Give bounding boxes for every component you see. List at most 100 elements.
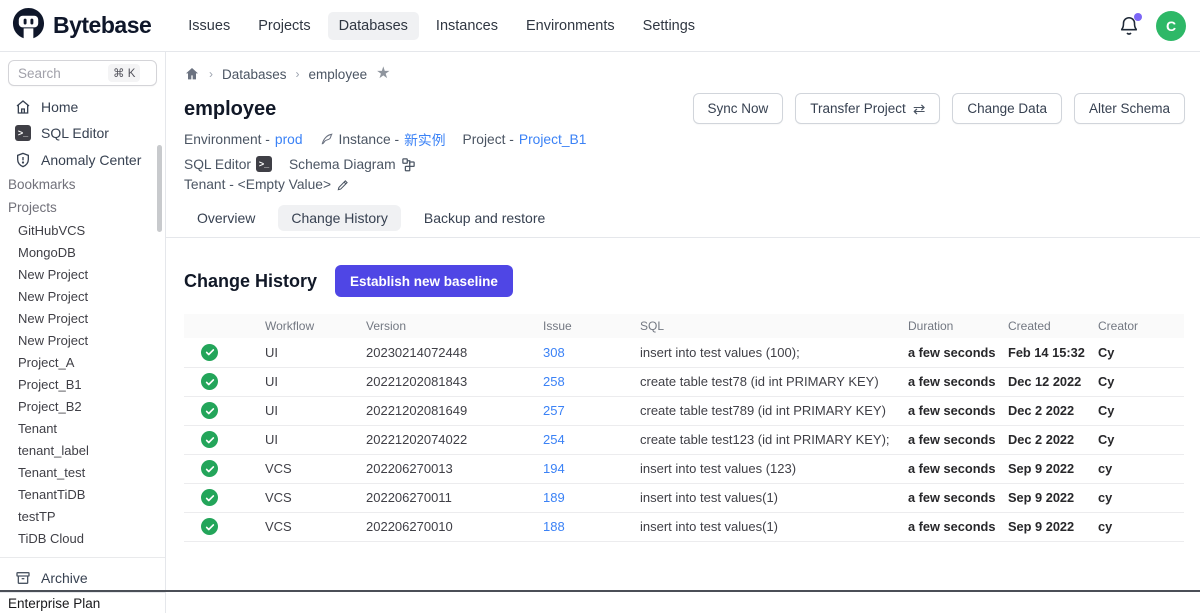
sql-cell: insert into test values(1) [636,483,904,512]
schema-diagram-icon [401,157,416,172]
sidebar-project-item[interactable]: Tenant [0,417,165,439]
duration-cell: a few seconds [904,454,1004,483]
sidebar-item-home[interactable]: Home [0,94,165,120]
home-icon[interactable] [184,66,200,82]
workflow-cell: UI [261,425,362,454]
issue-link[interactable]: 258 [543,374,565,389]
issue-cell: 258 [539,367,636,396]
version-cell: 202206270010 [362,512,539,541]
nav-item[interactable]: Settings [632,12,706,40]
issue-link[interactable]: 308 [543,345,565,360]
sidebar-item-archive[interactable]: Archive [0,564,165,592]
sidebar-project-item[interactable]: New Project [0,329,165,351]
sql-editor-label: SQL Editor [184,157,251,172]
issue-link[interactable]: 254 [543,432,565,447]
schema-diagram-shortcut[interactable]: Schema Diagram [289,157,416,172]
table-row[interactable]: UI 20221202081843 258 create table test7… [184,367,1184,396]
plan-label[interactable]: Enterprise Plan [0,592,165,613]
action-button[interactable]: Sync Now [693,93,784,124]
sidebar-project-item[interactable]: Project_A [0,351,165,373]
sql-cell: create table test789 (id int PRIMARY KEY… [636,396,904,425]
table-row[interactable]: UI 20221202074022 254 create table test1… [184,425,1184,454]
sql-cell: create table test78 (id int PRIMARY KEY) [636,367,904,396]
nav-item[interactable]: Issues [177,12,241,40]
sidebar-project-item[interactable]: MongoDB [0,241,165,263]
sidebar-project-item[interactable]: Tenant_test [0,461,165,483]
table-row[interactable]: VCS 202206270013 194 insert into test va… [184,454,1184,483]
sidebar-project-item[interactable]: TiDB Cloud [0,527,165,549]
sidebar-section-projects[interactable]: Projects [0,196,165,219]
sidebar-project-item[interactable]: New Project [0,263,165,285]
project-link[interactable]: Project_B1 [519,132,587,147]
sidebar-project-item[interactable]: Project_B2 [0,395,165,417]
column-header: Creator [1094,314,1184,338]
archive-box-icon [15,570,31,586]
sidebar-item-sql-editor[interactable]: >_ SQL Editor [0,120,165,146]
issue-link[interactable]: 194 [543,461,565,476]
user-avatar[interactable]: C [1156,11,1186,41]
notifications-button[interactable] [1118,15,1140,37]
workflow-cell: UI [261,338,362,367]
action-button[interactable]: Transfer Project⇄ [795,93,940,124]
sidebar: ⌘ K Home >_ SQL Editor Anomaly Center Bo… [0,52,166,613]
column-header [184,314,261,338]
tab[interactable]: Change History [278,205,401,231]
status-cell [184,454,261,483]
change-history-table: Workflow Version Issue SQL Duration Crea… [184,314,1184,542]
breadcrumb-employee[interactable]: employee [309,67,368,82]
table-row[interactable]: VCS 202206270011 189 insert into test va… [184,483,1184,512]
instance-group: Instance - 新实例 [320,129,446,149]
tab-bar: Overview Change History Backup and resto… [184,205,1185,231]
nav-item[interactable]: Instances [425,12,509,40]
nav-item[interactable]: Environments [515,12,626,40]
bookmark-star-icon[interactable]: ★ [376,66,390,82]
status-cell [184,512,261,541]
search-box[interactable]: ⌘ K [8,60,157,86]
sql-cell: insert into test values(1) [636,512,904,541]
environment-link[interactable]: prod [275,132,303,147]
tab[interactable]: Overview [184,205,268,231]
workflow-cell: VCS [261,512,362,541]
sidebar-project-item[interactable]: Project_B1 [0,373,165,395]
sidebar-project-item[interactable]: New Project [0,307,165,329]
action-button[interactable]: Alter Schema [1074,93,1185,124]
breadcrumb-databases[interactable]: Databases [222,67,287,82]
tab[interactable]: Backup and restore [411,205,558,231]
search-input[interactable] [18,66,104,81]
creator-cell: cy [1094,454,1184,483]
sql-editor-shortcut[interactable]: SQL Editor >_ [184,156,272,172]
sidebar-section-bookmarks[interactable]: Bookmarks [0,173,165,196]
issue-link[interactable]: 189 [543,490,565,505]
issue-link[interactable]: 257 [543,403,565,418]
workflow-cell: UI [261,396,362,425]
sidebar-project-item[interactable]: GitHubVCS [0,219,165,241]
sidebar-project-item[interactable]: tenant_label [0,439,165,461]
duration-cell: a few seconds [904,425,1004,454]
database-meta-row-2: Tenant - <Empty Value> [184,177,693,192]
establish-baseline-button[interactable]: Establish new baseline [335,265,513,297]
table-row[interactable]: UI 20221202081649 257 create table test7… [184,396,1184,425]
database-engine-icon [320,132,334,146]
sidebar-item-anomaly-center[interactable]: Anomaly Center [0,147,165,173]
table-row[interactable]: UI 20230214072448 308 insert into test v… [184,338,1184,367]
table-row[interactable]: VCS 202206270010 188 insert into test va… [184,512,1184,541]
breadcrumb-separator: › [296,67,300,81]
breadcrumb: › Databases › employee ★ [184,66,1185,82]
issue-cell: 188 [539,512,636,541]
edit-pencil-icon[interactable] [336,178,350,192]
sidebar-scrollbar[interactable] [157,145,162,232]
top-bar: Bytebase Issues Projects Databases Insta… [0,0,1200,52]
instance-link[interactable]: 新实例 [404,129,445,149]
workflow-cell: VCS [261,483,362,512]
sidebar-project-item[interactable]: testTP [0,505,165,527]
action-button[interactable]: Change Data [952,93,1062,124]
version-cell: 20221202081843 [362,367,539,396]
sidebar-project-item[interactable]: TenantTiDB [0,483,165,505]
bytebase-logo[interactable]: Bytebase [12,7,151,45]
instance-label: Instance - [339,132,400,147]
nav-item[interactable]: Projects [247,12,321,40]
nav-item[interactable]: Databases [328,12,419,40]
schema-diagram-label: Schema Diagram [289,157,396,172]
issue-link[interactable]: 188 [543,519,565,534]
sidebar-project-item[interactable]: New Project [0,285,165,307]
